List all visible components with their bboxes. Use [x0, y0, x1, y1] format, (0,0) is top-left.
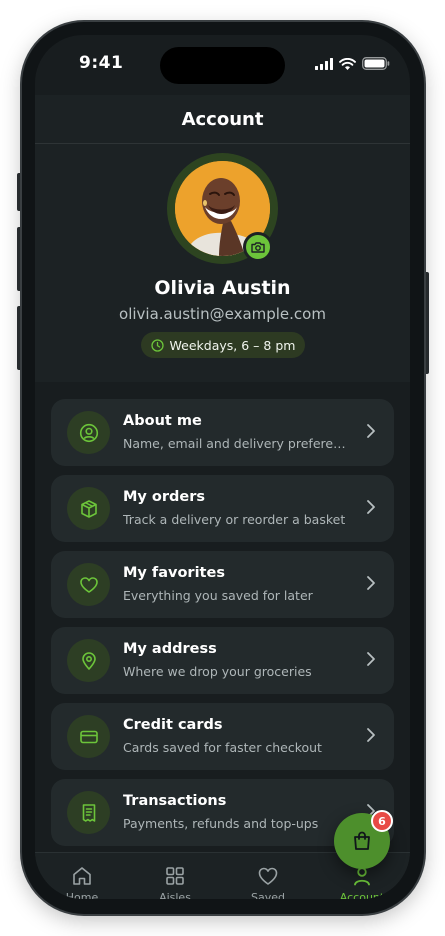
- menu-item-subtitle: Name, email and delivery preferences: [123, 436, 348, 451]
- wifi-icon: [339, 57, 356, 70]
- profile-section: Olivia Austin olivia.austin@example.com …: [35, 144, 410, 382]
- menu-item-title: About me: [123, 413, 202, 429]
- profile-email: olivia.austin@example.com: [119, 305, 326, 323]
- top-bar: Account: [35, 95, 410, 144]
- clock-icon: [150, 338, 164, 352]
- chevron-right-icon: [367, 500, 375, 514]
- nav-item-saved[interactable]: Saved: [238, 865, 298, 899]
- profile-name: Olivia Austin: [154, 277, 291, 299]
- chevron-right-icon: [367, 576, 375, 590]
- menu-item-subtitle: Track a delivery or reorder a basket: [123, 512, 346, 527]
- heart-icon: [67, 563, 110, 606]
- status-time: 9:41: [79, 53, 124, 73]
- account-menu: About me Name, email and delivery prefer…: [51, 399, 394, 855]
- menu-item-title: My favorites: [123, 565, 225, 581]
- page-title: Account: [181, 108, 264, 130]
- screen: 9:41 Account Olivia Austin olivia.austin…: [35, 35, 410, 899]
- nav-item-home[interactable]: Home: [52, 865, 112, 899]
- menu-item-credit-cards[interactable]: Credit cards Cards saved for faster chec…: [51, 703, 394, 770]
- nav-label: Home: [65, 891, 99, 899]
- menu-item-about-me[interactable]: About me Name, email and delivery prefer…: [51, 399, 394, 466]
- heart-icon: [258, 867, 278, 885]
- nav-label: Account: [339, 891, 385, 899]
- menu-item-my-orders[interactable]: My orders Track a delivery or reorder a …: [51, 475, 394, 542]
- cart-count-badge: 6: [371, 810, 393, 832]
- battery-icon: [362, 57, 390, 70]
- box-icon: [67, 487, 110, 530]
- menu-item-subtitle: Cards saved for faster checkout: [123, 740, 322, 755]
- nav-item-aisles[interactable]: Aisles: [145, 865, 205, 899]
- status-icons: [315, 57, 390, 70]
- status-bar: 9:41: [35, 35, 410, 95]
- cellular-icon: [315, 57, 333, 70]
- nav-label: Aisles: [159, 891, 191, 899]
- availability-badge: Weekdays, 6 – 8 pm: [141, 332, 305, 358]
- nav-label: Saved: [251, 891, 285, 899]
- nav-item-account[interactable]: Account: [332, 865, 392, 899]
- camera-icon: [251, 242, 265, 253]
- menu-item-subtitle: Where we drop your groceries: [123, 664, 312, 679]
- menu-item-title: My address: [123, 641, 217, 657]
- home-icon: [73, 867, 91, 885]
- shopping-bag-icon: [354, 831, 370, 850]
- menu-item-my-address[interactable]: My address Where we drop your groceries: [51, 627, 394, 694]
- chevron-right-icon: [367, 728, 375, 742]
- menu-item-title: Transactions: [123, 793, 227, 809]
- map-pin-icon: [67, 639, 110, 682]
- receipt-icon: [67, 791, 110, 834]
- menu-item-subtitle: Payments, refunds and top-ups: [123, 816, 319, 831]
- credit-card-icon: [67, 715, 110, 758]
- menu-item-title: My orders: [123, 489, 206, 505]
- grid-icon: [166, 867, 184, 885]
- change-photo-button[interactable]: [243, 232, 273, 262]
- dynamic-island: [160, 47, 285, 84]
- menu-item-my-favorites[interactable]: My favorites Everything you saved for la…: [51, 551, 394, 618]
- chevron-right-icon: [367, 424, 375, 438]
- user-circle-icon: [67, 411, 110, 454]
- availability-text: Weekdays, 6 – 8 pm: [169, 337, 296, 353]
- menu-item-subtitle: Everything you saved for later: [123, 588, 313, 603]
- chevron-right-icon: [367, 652, 375, 666]
- menu-item-title: Credit cards: [123, 717, 223, 733]
